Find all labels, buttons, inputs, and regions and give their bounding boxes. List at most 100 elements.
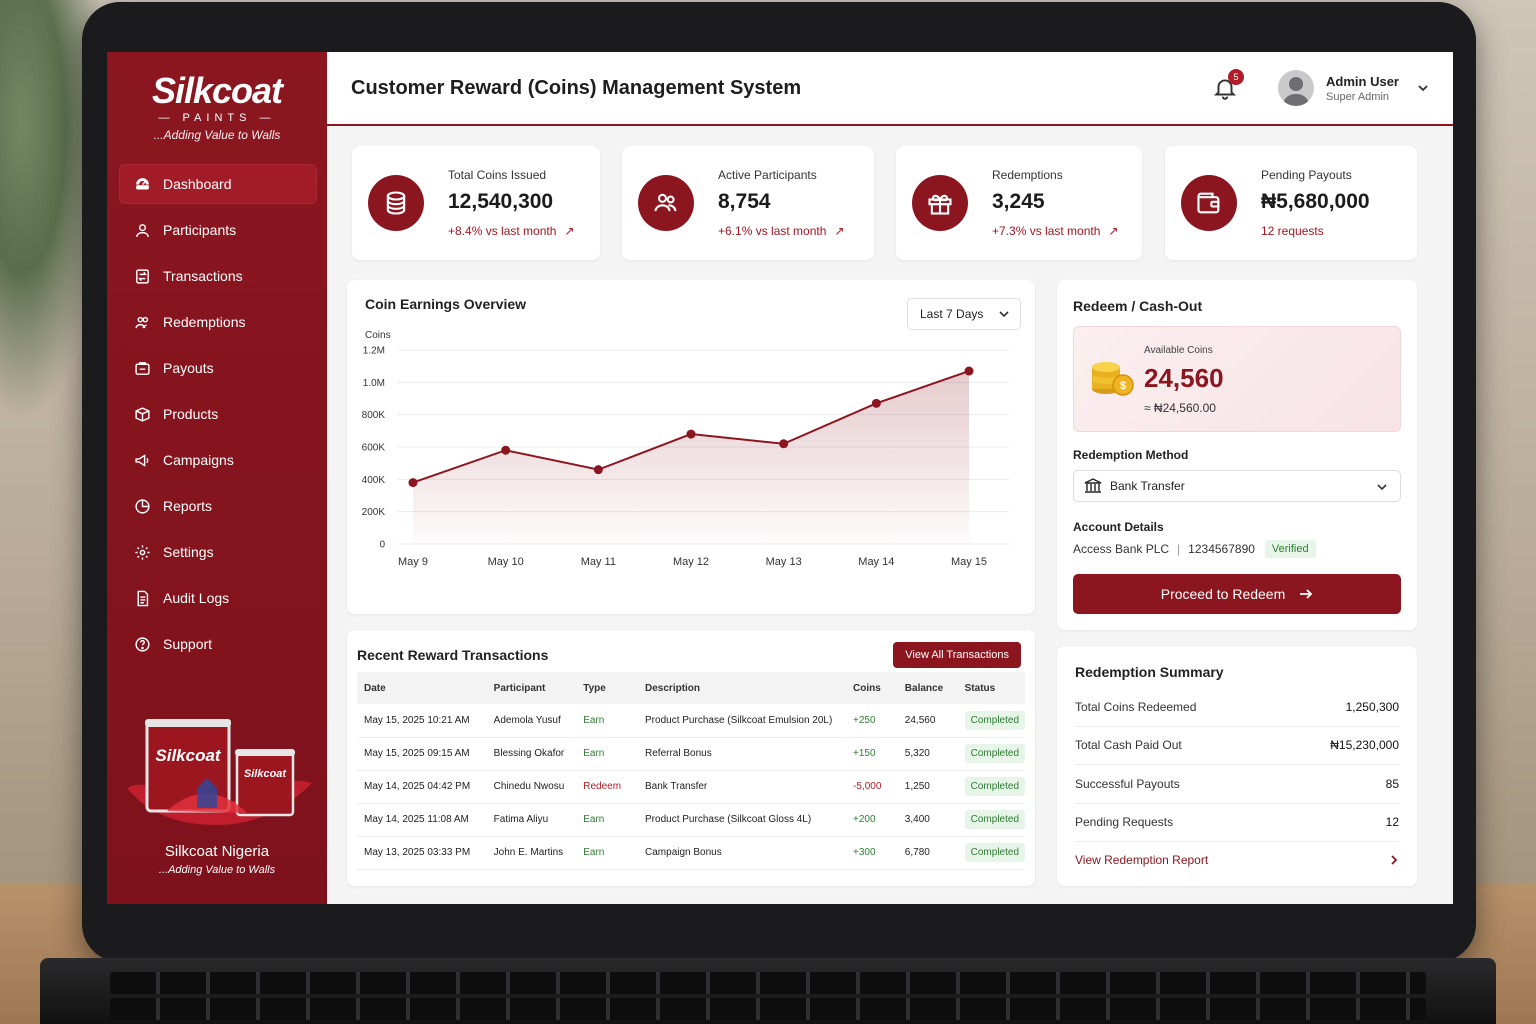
coin-earnings-chart-card: Coin Earnings Overview Last 7 Days Coins… <box>347 280 1035 614</box>
cell-coins: -5,000 <box>846 770 898 804</box>
notification-count-badge: 5 <box>1228 69 1245 85</box>
column-header-status[interactable]: Status <box>957 672 1025 704</box>
column-header-balance[interactable]: Balance <box>897 672 958 704</box>
sidebar-item-products[interactable]: Products <box>119 394 317 434</box>
cell-status: Completed <box>957 737 1025 771</box>
sidebar-item-campaigns[interactable]: Campaigns <box>119 440 317 480</box>
sidebar-item-transactions[interactable]: Transactions <box>119 256 317 296</box>
sidebar-item-support[interactable]: Support <box>119 624 317 664</box>
sidebar-item-label: Redemptions <box>163 314 246 330</box>
cell-status: Completed <box>957 770 1025 804</box>
redemption-summary-card: Redemption Summary Total Coins Redeemed … <box>1057 646 1417 886</box>
sidebar: Silkcoat — PAINTS — ...Adding Value to W… <box>107 52 327 904</box>
column-header-coins[interactable]: Coins <box>846 672 898 704</box>
paint-can-image: Silkcoat Silkcoat <box>117 713 317 833</box>
summary-title: Redemption Summary <box>1075 664 1224 680</box>
stat-change: 12 requests <box>1261 224 1324 238</box>
brand-logo[interactable]: Silkcoat — PAINTS — ...Adding Value to W… <box>107 52 327 142</box>
table-header-row: Date Participant Type Description Coins … <box>357 672 1025 704</box>
cell-date: May 15, 2025 10:21 AM <box>357 704 487 738</box>
column-header-description[interactable]: Description <box>638 672 847 704</box>
cell-participant: Ademola Yusuf <box>486 704 577 738</box>
x-tick-label: May 13 <box>766 556 802 568</box>
gear-icon <box>133 543 151 561</box>
sidebar-item-label: Settings <box>163 544 214 560</box>
table-row[interactable]: May 14, 2025 11:08 AM Fatima Aliyu Earn … <box>357 803 1025 837</box>
proceed-to-redeem-button[interactable]: Proceed to Redeem <box>1073 574 1401 614</box>
table-row[interactable]: May 15, 2025 09:15 AM Blessing Okafor Ea… <box>357 737 1025 771</box>
sidebar-item-dashboard[interactable]: Dashboard <box>119 164 317 204</box>
cell-date: May 14, 2025 04:42 PM <box>357 770 487 804</box>
column-header-type[interactable]: Type <box>576 672 639 704</box>
sidebar-item-settings[interactable]: Settings <box>119 532 317 572</box>
cell-balance: 3,400 <box>897 803 958 837</box>
column-header-participant[interactable]: Participant <box>486 672 577 704</box>
sidebar-item-payouts[interactable]: Payouts <box>119 348 317 388</box>
users-icon <box>638 175 694 231</box>
available-coins-label: Available Coins <box>1144 345 1213 356</box>
redemptions-icon <box>133 313 151 331</box>
help-icon <box>133 635 151 653</box>
summary-label: Total Cash Paid Out <box>1075 738 1182 753</box>
redemption-method-value: Bank Transfer <box>1110 479 1185 493</box>
stat-card-active-participants: Active Participants 8,754 +6.1% vs last … <box>622 146 874 260</box>
table-row[interactable]: May 14, 2025 04:42 PM Chinedu Nwosu Rede… <box>357 770 1025 804</box>
cell-type: Earn <box>576 836 639 870</box>
report-link-label: View Redemption Report <box>1075 853 1209 867</box>
user-role: Super Admin <box>1326 90 1390 103</box>
table-row[interactable]: May 13, 2025 03:33 PM John E. Martins Ea… <box>357 836 1025 870</box>
status-badge: Completed <box>964 810 1025 829</box>
laptop-keyboard <box>40 958 1496 1024</box>
sidebar-item-redemptions[interactable]: Redemptions <box>119 302 317 342</box>
sidebar-item-label: Transactions <box>163 268 243 284</box>
stat-change: +8.4% vs last month ↗ <box>448 224 575 238</box>
data-point <box>779 439 789 449</box>
box-icon <box>133 405 151 423</box>
cell-balance: 1,250 <box>897 770 958 804</box>
page-title: Customer Reward (Coins) Management Syste… <box>351 76 802 99</box>
view-all-transactions-button[interactable]: View All Transactions <box>893 642 1021 668</box>
summary-label: Pending Requests <box>1075 815 1174 830</box>
cell-description: Referral Bonus <box>638 737 847 771</box>
gift-icon <box>912 175 968 231</box>
stat-card-total-coins: Total Coins Issued 12,540,300 +8.4% vs l… <box>352 146 600 260</box>
summary-value: 1,250,300 <box>1345 699 1399 714</box>
y-tick-label: 1.0M <box>363 378 385 389</box>
sidebar-item-label: Participants <box>163 222 237 238</box>
reports-icon <box>133 497 151 515</box>
view-redemption-report-link[interactable]: View Redemption Report <box>1075 842 1399 878</box>
status-badge: Completed <box>964 777 1025 796</box>
key-row <box>110 998 1426 1020</box>
x-tick-label: May 15 <box>951 556 987 568</box>
earnings-chart: Coins 0 200K 400K 600K 800K 1.0M 1.2M May 9 May 1… <box>362 330 1009 568</box>
available-naira-value: ≈ ₦24,560.00 <box>1144 401 1216 415</box>
sidebar-item-participants[interactable]: Participants <box>119 210 317 250</box>
cell-status: Completed <box>957 803 1025 837</box>
sidebar-item-audit-logs[interactable]: Audit Logs <box>119 578 317 618</box>
top-header: Customer Reward (Coins) Management Syste… <box>327 52 1453 126</box>
user-icon <box>133 221 151 239</box>
stat-label: Pending Payouts <box>1261 168 1352 182</box>
summary-row: Pending Requests 12 <box>1075 804 1399 842</box>
redemption-method-select[interactable]: Bank Transfer <box>1073 470 1401 502</box>
user-menu[interactable]: Admin User Super Admin <box>1278 70 1429 106</box>
summary-value: 12 <box>1385 815 1399 830</box>
column-header-date[interactable]: Date <box>357 672 487 704</box>
status-badge: Completed <box>964 744 1025 763</box>
cell-date: May 14, 2025 11:08 AM <box>357 803 487 837</box>
cell-balance: 6,780 <box>897 836 958 870</box>
sidebar-promo: Silkcoat Silkcoat Silkcoat Nigeria ...Ad… <box>107 713 327 876</box>
redemption-method-label: Redemption Method <box>1073 448 1189 462</box>
table-row[interactable]: May 15, 2025 10:21 AM Ademola Yusuf Earn… <box>357 704 1025 738</box>
sidebar-item-reports[interactable]: Reports <box>119 486 317 526</box>
sidebar-item-label: Audit Logs <box>163 590 230 606</box>
summary-value: ₦15,230,000 <box>1330 738 1399 753</box>
stat-value: ₦5,680,000 <box>1261 190 1370 213</box>
chevron-down-icon <box>1377 484 1387 491</box>
cell-type: Earn <box>576 803 639 837</box>
notifications-button[interactable]: 5 <box>1212 69 1245 101</box>
cell-description: Bank Transfer <box>638 770 847 804</box>
cell-balance: 5,320 <box>897 737 958 771</box>
stat-card-pending-payouts: Pending Payouts ₦5,680,000 12 requests <box>1165 146 1417 260</box>
promo-tagline: ...Adding Value to Walls <box>158 864 276 876</box>
